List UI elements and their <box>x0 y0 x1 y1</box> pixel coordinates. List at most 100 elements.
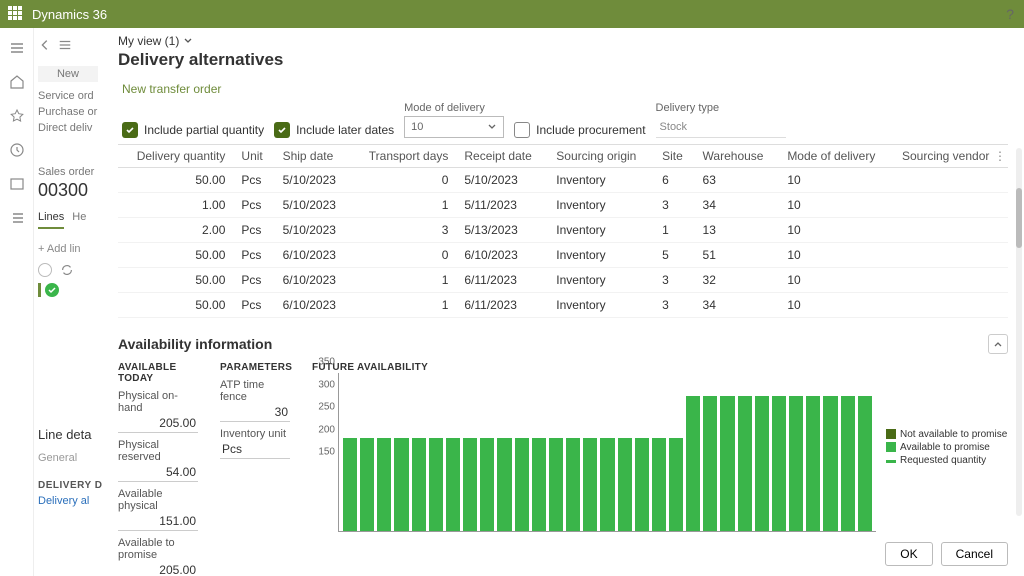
apps-icon[interactable] <box>8 6 24 22</box>
more-columns-icon[interactable]: ⋮ <box>994 149 1006 163</box>
chart-bar <box>394 438 408 531</box>
y-tick: 250 <box>313 402 335 413</box>
page-title: Delivery alternatives <box>118 50 1008 70</box>
table-row[interactable]: 50.00Pcs6/10/202306/10/2023Inventory5511… <box>118 243 1008 268</box>
delivery-type-value: Stock <box>656 116 786 138</box>
mode-of-delivery-select[interactable]: 10 <box>404 116 504 138</box>
bg-link[interactable]: Service ord <box>38 88 98 104</box>
include-procurement-checkbox[interactable]: Include procurement <box>514 122 645 138</box>
home-icon[interactable] <box>9 74 25 90</box>
clock-icon[interactable] <box>9 142 25 158</box>
chart-bar <box>772 396 786 531</box>
available-today-label: AVAILABLE TODAY <box>118 362 198 384</box>
chart-bar <box>669 438 683 531</box>
refresh-icon[interactable] <box>60 263 74 277</box>
chevron-down-icon <box>487 122 497 132</box>
column-header[interactable]: Sourcing origin <box>548 145 654 168</box>
table-row[interactable]: 50.00Pcs6/10/202316/11/2023Inventory3321… <box>118 268 1008 293</box>
column-header[interactable]: Delivery quantity <box>118 145 233 168</box>
availability-heading: Availability information <box>118 336 272 352</box>
tab-general[interactable]: General <box>38 452 98 464</box>
column-header[interactable]: Sourcing vendor <box>894 145 1008 168</box>
chart-bar <box>738 396 752 531</box>
y-tick: 200 <box>313 424 335 435</box>
column-header[interactable]: Unit <box>233 145 274 168</box>
chart-bar <box>686 396 700 531</box>
atp-time-fence-value: 30 <box>220 403 290 422</box>
available-physical-value: 151.00 <box>118 512 198 531</box>
chart-bar <box>463 438 477 531</box>
chart-bar <box>652 438 666 531</box>
bg-link[interactable]: Direct deliv <box>38 120 98 136</box>
star-icon[interactable] <box>9 108 25 124</box>
new-transfer-order-link[interactable]: New transfer order <box>122 82 1008 96</box>
nav-rail <box>0 28 34 576</box>
chart-bar <box>755 396 769 531</box>
chart-legend: Not available to promise Available to pr… <box>880 362 1008 532</box>
ok-button[interactable]: OK <box>885 542 932 566</box>
delivery-alternatives-panel: My view (1) Delivery alternatives New tr… <box>102 28 1024 576</box>
chart-bar <box>497 438 511 531</box>
list-icon[interactable] <box>9 210 25 226</box>
chart-bar <box>566 438 580 531</box>
delivery-alternatives-link[interactable]: Delivery al <box>38 495 98 507</box>
chart-bar <box>823 396 837 531</box>
chart-bar <box>515 438 529 531</box>
delivery-type-label: Delivery type <box>656 102 786 114</box>
physical-on-hand-value: 205.00 <box>118 414 198 433</box>
future-availability-label: FUTURE AVAILABILITY <box>312 362 880 373</box>
delivery-section-label: DELIVERY D <box>38 480 98 491</box>
order-number: 00300 <box>38 180 98 201</box>
chart-bar <box>549 438 563 531</box>
module-icon[interactable] <box>9 176 25 192</box>
table-row[interactable]: 1.00Pcs5/10/202315/11/2023Inventory33410 <box>118 193 1008 218</box>
future-availability-chart: 150200250300350 <box>338 373 876 532</box>
chart-bar <box>600 438 614 531</box>
chart-bar <box>806 396 820 531</box>
table-row[interactable]: 2.00Pcs5/10/202335/13/2023Inventory11310 <box>118 218 1008 243</box>
column-header[interactable]: Warehouse <box>695 145 780 168</box>
column-header[interactable]: Transport days <box>351 145 456 168</box>
chart-bar <box>360 438 374 531</box>
chart-bar <box>703 396 717 531</box>
collapse-button[interactable] <box>988 334 1008 354</box>
new-badge: New <box>38 66 98 82</box>
add-line-button[interactable]: + Add lin <box>38 243 98 255</box>
background-page: New Service ord Purchase or Direct deliv… <box>34 28 102 576</box>
help-icon[interactable]: ? <box>1006 6 1014 22</box>
table-row[interactable]: 50.00Pcs6/10/202316/11/2023Inventory3341… <box>118 293 1008 318</box>
chart-bar <box>429 438 443 531</box>
column-header[interactable]: Site <box>654 145 694 168</box>
alternatives-table: ⋮ Delivery quantityUnitShip dateTranspor… <box>118 144 1008 318</box>
parameters-label: PARAMETERS <box>220 362 290 373</box>
y-tick: 300 <box>313 379 335 390</box>
scrollbar[interactable] <box>1016 148 1022 516</box>
chart-bar <box>446 438 460 531</box>
tab-lines[interactable]: Lines <box>38 211 64 229</box>
tab-header[interactable]: He <box>72 211 86 229</box>
app-header: Dynamics 36 <box>0 0 1024 28</box>
include-later-checkbox[interactable]: Include later dates <box>274 122 394 138</box>
line-details-heading: Line deta <box>38 427 98 442</box>
chart-bar <box>343 438 357 531</box>
column-header[interactable]: Mode of delivery <box>779 145 894 168</box>
row-select-icon[interactable] <box>38 263 52 277</box>
view-selector[interactable]: My view (1) <box>118 34 1008 48</box>
cancel-button[interactable]: Cancel <box>941 542 1008 566</box>
table-row[interactable]: 50.00Pcs5/10/202305/10/2023Inventory6631… <box>118 168 1008 193</box>
y-tick: 150 <box>313 447 335 458</box>
chart-bar <box>618 438 632 531</box>
chevron-down-icon <box>183 36 193 46</box>
include-partial-checkbox[interactable]: Include partial quantity <box>122 122 264 138</box>
column-header[interactable]: Receipt date <box>456 145 548 168</box>
bg-link[interactable]: Purchase or <box>38 104 98 120</box>
chart-bar <box>720 396 734 531</box>
chart-bar <box>789 396 803 531</box>
menu-icon[interactable] <box>9 40 25 56</box>
sales-order-label: Sales order <box>38 166 98 178</box>
back-button[interactable] <box>38 38 98 52</box>
column-header[interactable]: Ship date <box>275 145 351 168</box>
chart-bar <box>841 396 855 531</box>
y-tick: 350 <box>313 357 335 368</box>
product-name: Dynamics 36 <box>32 7 107 22</box>
